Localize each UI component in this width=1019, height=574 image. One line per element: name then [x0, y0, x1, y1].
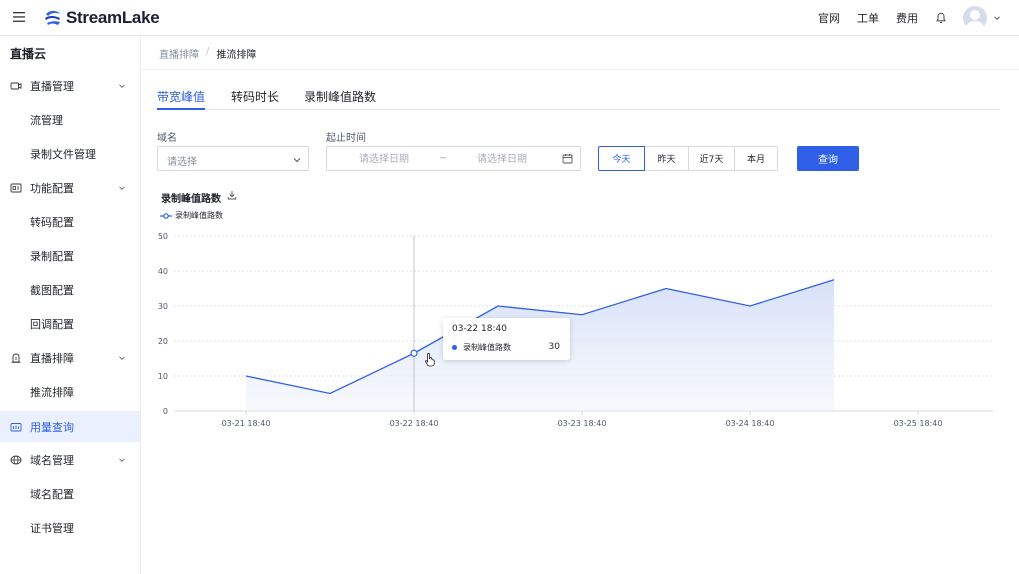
domain-label: 域名	[157, 133, 177, 144]
sidebar-group-label: 直播管理	[30, 80, 74, 93]
sidebar-item-domain-config[interactable]: 域名配置	[0, 479, 140, 509]
quick-range-today[interactable]: 今天	[598, 146, 645, 171]
config-icon	[10, 183, 22, 193]
live-stream-icon	[10, 82, 22, 90]
sidebar-group-live-management[interactable]: 直播管理	[0, 71, 140, 101]
legend-line-marker-icon	[160, 212, 172, 219]
breadcrumb-separator: /	[206, 46, 210, 57]
sidebar-item-recording-files[interactable]: 录制文件管理	[0, 139, 140, 169]
hand-cursor-icon	[425, 352, 435, 367]
sidebar-group-feature-config[interactable]: 功能配置	[0, 173, 140, 203]
calendar-icon[interactable]	[562, 153, 573, 164]
brand-logo[interactable]: StreamLake	[43, 8, 160, 28]
domain-select[interactable]: 请选择	[157, 146, 309, 171]
quick-range-last-7-days[interactable]: 近7天	[688, 146, 735, 171]
chevron-down-icon	[119, 458, 125, 462]
quick-range-group: 今天 昨天 近7天 本月	[598, 146, 778, 171]
x-tick-label: 03-22 18:40	[390, 419, 439, 428]
sidebar-group-label: 直播排障	[30, 352, 74, 365]
sidebar: 直播云 直播管理 流管理 录制文件管理 功能配置 转码配置 录制配置 截图配置 …	[0, 36, 141, 574]
tab-recording-peak-channels[interactable]: 录制峰值路数	[304, 88, 376, 110]
sidebar-item-stream-management[interactable]: 流管理	[0, 105, 140, 135]
breadcrumb-parent[interactable]: 直播排障	[159, 46, 199, 61]
link-official-site[interactable]: 官网	[818, 10, 840, 26]
y-tick-label: 30	[158, 302, 168, 311]
link-billing[interactable]: 费用	[896, 10, 918, 26]
tab-transcode-duration[interactable]: 转码时长	[231, 88, 279, 110]
chevron-down-icon[interactable]	[993, 14, 1001, 22]
y-tick-label: 20	[158, 337, 168, 346]
troubleshoot-icon	[11, 353, 21, 363]
x-tick-label: 03-24 18:40	[726, 419, 775, 428]
domain-select-placeholder: 请选择	[167, 157, 197, 168]
sidebar-item-callback-config[interactable]: 回调配置	[0, 309, 140, 339]
download-icon[interactable]	[227, 190, 237, 200]
y-tick-label: 50	[158, 232, 168, 241]
chevron-down-icon	[119, 356, 125, 360]
query-button[interactable]: 查询	[797, 146, 859, 171]
sidebar-item-screenshot-config[interactable]: 截图配置	[0, 275, 140, 305]
user-avatar[interactable]	[963, 6, 987, 30]
sidebar-item-transcode-config[interactable]: 转码配置	[0, 207, 140, 237]
sidebar-item-usage-query[interactable]: 用量查询	[0, 411, 140, 442]
breadcrumb-current: 推流排障	[216, 50, 257, 61]
tooltip-time: 03-22 18:40	[452, 324, 507, 334]
end-date-input[interactable]	[457, 151, 547, 167]
hovered-data-point	[410, 349, 418, 357]
tooltip-series-dot	[452, 345, 457, 350]
chevron-down-icon	[119, 84, 125, 88]
chart-tooltip: 03-22 18:40 录制峰值路数 30	[443, 318, 570, 360]
x-tick-label: 03-23 18:40	[558, 419, 607, 428]
tooltip-value: 30	[548, 342, 560, 352]
sidebar-group-label: 功能配置	[30, 182, 74, 195]
tab-bar: 带宽峰值 转码时长 录制峰值路数	[157, 88, 1000, 110]
legend-label: 录制峰值路数	[175, 211, 223, 220]
bell-icon[interactable]	[935, 12, 947, 24]
sidebar-item-push-troubleshooting[interactable]: 推流排障	[0, 377, 140, 407]
top-links: 官网 工单 费用	[801, 0, 1001, 36]
tab-bandwidth-peak[interactable]: 带宽峰值	[157, 88, 206, 110]
header-divider	[141, 69, 1019, 70]
chevron-down-icon	[293, 158, 301, 163]
sidebar-item-recording-config[interactable]: 录制配置	[0, 241, 140, 271]
date-range-separator: ~	[439, 153, 448, 164]
domain-icon	[10, 455, 22, 465]
quick-range-yesterday[interactable]: 昨天	[644, 146, 689, 171]
streamlake-logo-icon	[45, 10, 60, 25]
menu-icon[interactable]	[12, 10, 26, 24]
breadcrumb: 直播排障 / 推流排障	[159, 46, 256, 61]
date-range-picker[interactable]: ~	[326, 146, 581, 171]
x-tick-label: 03-21 18:40	[222, 419, 271, 428]
sidebar-item-label: 用量查询	[30, 420, 74, 434]
tooltip-series-name: 录制峰值路数	[463, 343, 511, 352]
chart-canvas: 0 10 20 30 40 50 03-21 18:40 03-22 18:40 03-23 1…	[158, 232, 993, 428]
sidebar-group-domain-management[interactable]: 域名管理	[0, 445, 140, 475]
sidebar-title: 直播云	[10, 47, 47, 61]
chart-title: 录制峰值路数	[161, 194, 221, 205]
top-header: StreamLake 官网 工单 费用	[0, 0, 1019, 36]
x-tick-label: 03-25 18:40	[894, 419, 943, 428]
chevron-down-icon	[119, 186, 125, 190]
y-tick-label: 40	[158, 267, 168, 276]
brand-name: StreamLake	[66, 8, 160, 27]
sidebar-group-label: 域名管理	[30, 454, 74, 467]
date-range-label: 起止时间	[326, 133, 366, 144]
y-tick-label: 0	[163, 407, 168, 416]
sidebar-group-troubleshooting[interactable]: 直播排障	[0, 343, 140, 373]
sidebar-item-certificate-management[interactable]: 证书管理	[0, 513, 140, 543]
quick-range-this-month[interactable]: 本月	[734, 146, 778, 171]
usage-chart: 0 10 20 30 40 50 03-21 18:40 03-22 18:40 03-23 1…	[141, 225, 1019, 435]
link-tickets[interactable]: 工单	[857, 10, 879, 26]
start-date-input[interactable]	[339, 151, 429, 167]
y-tick-label: 10	[158, 372, 168, 381]
usage-icon	[10, 422, 22, 431]
chart-legend-item[interactable]: 录制峰值路数	[160, 210, 223, 221]
